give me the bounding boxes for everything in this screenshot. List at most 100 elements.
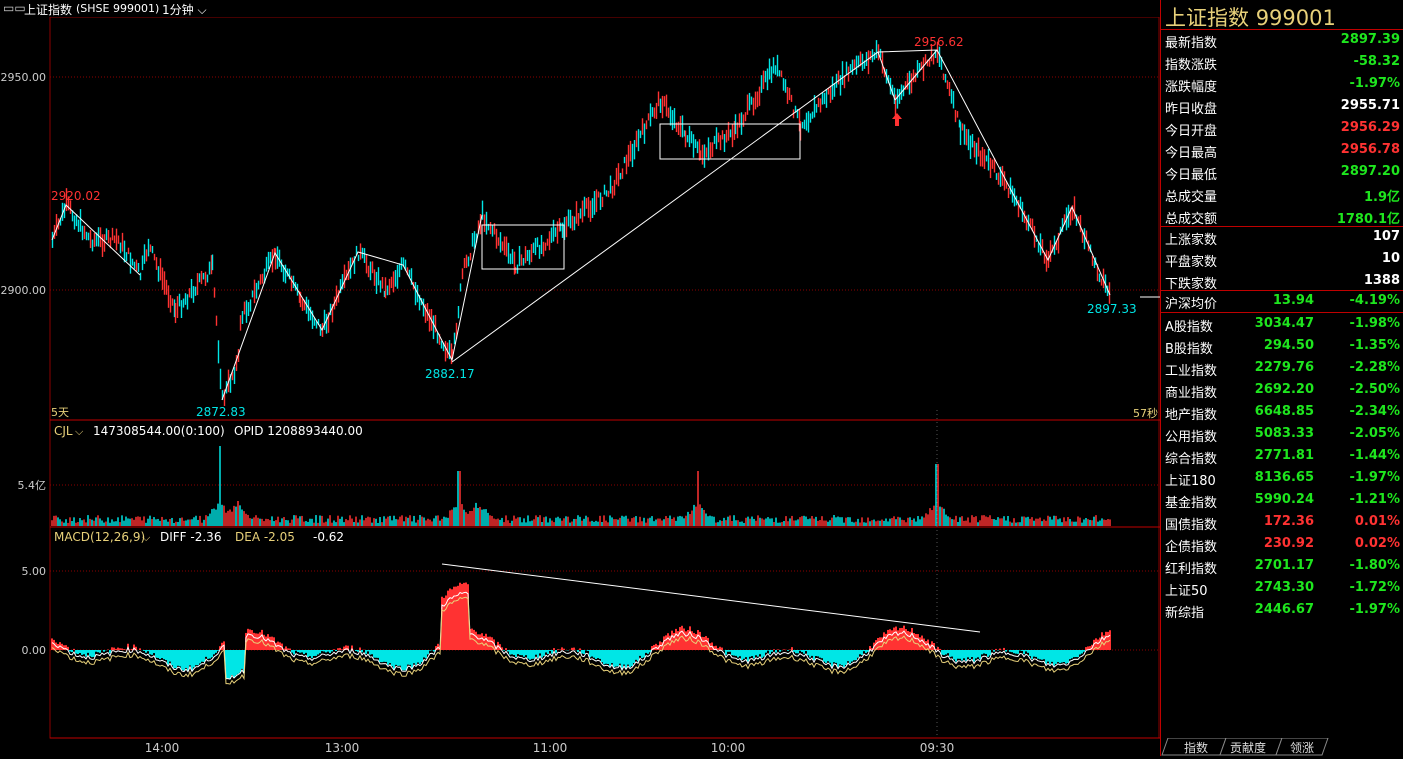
panel-title: 上证指数 999001	[1165, 2, 1336, 32]
index-row[interactable]: 新综指 2446.67 -1.97%	[1161, 599, 1403, 621]
quote-value: 2897.39	[1340, 32, 1400, 47]
chart-svg[interactable]: 2950.00 2900.00 5.4亿 5.00 0.00 2920.02 2872.83…	[0, 0, 1160, 756]
breadth-value: 1388	[1363, 273, 1400, 288]
breadth-value: 10	[1381, 251, 1400, 266]
index-pct: -1.21%	[1349, 492, 1401, 507]
index-row[interactable]: 上证50 2743.30 -1.72%	[1161, 577, 1403, 599]
quote-row[interactable]: 指数涨跌 -58.32	[1161, 51, 1403, 73]
annotation-last: 2897.33	[1087, 302, 1137, 316]
annotation-high: 2956.62	[914, 35, 964, 49]
quote-value: -58.32	[1353, 54, 1400, 69]
index-value: 294.50	[1263, 338, 1314, 353]
index-pct: -1.97%	[1349, 470, 1401, 485]
tab-index[interactable]: 指数	[1184, 739, 1208, 756]
chart-frame	[49, 16, 1160, 739]
quote-row[interactable]: 最新指数 2897.39	[1161, 29, 1403, 51]
annotation-peak: 2920.02	[51, 189, 101, 203]
macd-trend-line	[441, 563, 981, 633]
index-row[interactable]: 工业指数 2279.76 -2.28%	[1161, 357, 1403, 379]
index-row[interactable]: 公用指数 5083.33 -2.05%	[1161, 423, 1403, 445]
breadth-row[interactable]: 上涨家数 107	[1161, 226, 1403, 248]
rectangles-icon[interactable]: ▭▭	[3, 1, 26, 15]
index-value: 3034.47	[1254, 316, 1314, 331]
avg-price-row[interactable]: 沪深均价 13.94 -4.19%	[1161, 290, 1403, 312]
index-pct: 0.01%	[1354, 514, 1400, 529]
index-pct: -2.34%	[1349, 404, 1401, 419]
breadth-row[interactable]: 下跌家数 1388	[1161, 270, 1403, 292]
macd-tick: 0.00	[22, 644, 47, 657]
index-pct: -1.97%	[1349, 602, 1401, 617]
candlestick-series	[51, 40, 1111, 406]
index-pct: 0.02%	[1354, 536, 1400, 551]
index-label: 商业指数	[1165, 386, 1218, 401]
quote-row[interactable]: 今日最低 2897.20	[1161, 161, 1403, 183]
quote-row[interactable]: 总成交额 1780.1亿	[1161, 205, 1403, 227]
index-pct: -1.44%	[1349, 448, 1401, 463]
panel-title-code: 999001	[1255, 6, 1336, 30]
macd-dea: DEA -2.05	[235, 530, 295, 544]
header-code: (SHSE 999001)	[76, 2, 160, 15]
index-value: 2771.81	[1254, 448, 1314, 463]
quote-value: 2897.20	[1340, 164, 1400, 179]
quote-label: 昨日收盘	[1165, 102, 1218, 117]
index-pct: -1.35%	[1349, 338, 1401, 353]
trend-line	[894, 49, 938, 101]
quote-label: 今日最高	[1165, 146, 1218, 161]
time-axis-label: 10:00	[711, 741, 746, 755]
index-row[interactable]: 综合指数 2771.81 -1.44%	[1161, 445, 1403, 467]
index-value: 5990.24	[1254, 492, 1314, 507]
quote-label: 指数涨跌	[1165, 58, 1218, 73]
quote-row[interactable]: 涨跌幅度 -1.97%	[1161, 73, 1403, 95]
index-row[interactable]: 基金指数 5990.24 -1.21%	[1161, 489, 1403, 511]
index-label: 工业指数	[1165, 364, 1218, 379]
price-tick: 2900.00	[1, 284, 47, 297]
quote-label: 总成交额	[1165, 212, 1218, 227]
trend-line	[451, 49, 1111, 363]
quote-label: 今日最低	[1165, 168, 1218, 183]
quote-value: -1.97%	[1349, 76, 1401, 91]
index-row[interactable]: 红利指数 2701.17 -1.80%	[1161, 555, 1403, 577]
index-value: 230.92	[1263, 536, 1314, 551]
period-label: 1分钟	[162, 3, 194, 17]
index-row[interactable]: 商业指数 2692.20 -2.50%	[1161, 379, 1403, 401]
opid-value: OPID 1208893440.00	[234, 424, 363, 438]
quote-value: 2956.29	[1340, 120, 1400, 135]
quote-label: 今日开盘	[1165, 124, 1218, 139]
index-label: 上证50	[1165, 584, 1208, 599]
time-axis-label: 11:00	[533, 741, 568, 755]
price-tick: 2950.00	[1, 71, 47, 84]
index-row[interactable]: B股指数 294.50 -1.35%	[1161, 335, 1403, 357]
chevron-down-icon: ⌵	[75, 425, 84, 438]
index-pct: -1.80%	[1349, 558, 1401, 573]
dea-line	[51, 596, 1111, 685]
index-row[interactable]: 上证180 8136.65 -1.97%	[1161, 467, 1403, 489]
time-axis-label: 09:30	[920, 741, 955, 755]
macd-diff: DIFF -2.36	[160, 530, 221, 544]
annotation-low: 2882.17	[425, 367, 475, 381]
index-value: 6648.85	[1254, 404, 1314, 419]
breadth-row[interactable]: 平盘家数 10	[1161, 248, 1403, 270]
period-selector[interactable]: 1分钟 ⌵	[162, 1, 207, 18]
index-row[interactable]: A股指数 3034.47 -1.98%	[1161, 313, 1403, 335]
chart-area[interactable]: 2950.00 2900.00 5.4亿 5.00 0.00 2920.02 2872.83…	[0, 0, 1160, 756]
macd-value: -0.62	[313, 530, 344, 544]
quote-row[interactable]: 昨日收盘 2955.71	[1161, 95, 1403, 117]
macd-indicator-label: MACD(12,26,9)	[54, 530, 145, 544]
index-value: 2743.30	[1254, 580, 1314, 595]
tab-contribution[interactable]: 贡献度	[1230, 739, 1266, 756]
breadth-value: 107	[1372, 229, 1400, 244]
index-label: A股指数	[1165, 320, 1213, 335]
quote-row[interactable]: 今日最高 2956.78	[1161, 139, 1403, 161]
avg-pct: -4.19%	[1349, 293, 1401, 308]
quote-row[interactable]: 总成交量 1.9亿	[1161, 183, 1403, 205]
index-label: 国债指数	[1165, 518, 1218, 533]
quote-value: 2955.71	[1340, 98, 1400, 113]
quote-row[interactable]: 今日开盘 2956.29	[1161, 117, 1403, 139]
index-row[interactable]: 企债指数 230.92 0.02%	[1161, 533, 1403, 555]
panel-title-name: 上证指数	[1165, 6, 1249, 30]
tab-top-gainers[interactable]: 领涨	[1290, 739, 1314, 756]
index-label: 地产指数	[1165, 408, 1218, 423]
index-row[interactable]: 国债指数 172.36 0.01%	[1161, 511, 1403, 533]
index-row[interactable]: 地产指数 6648.85 -2.34%	[1161, 401, 1403, 423]
macd-tick: 5.00	[22, 565, 47, 578]
